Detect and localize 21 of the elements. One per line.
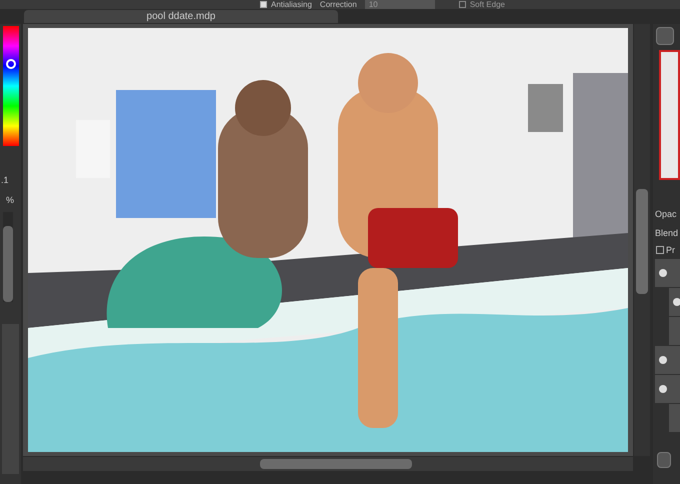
hue-slider[interactable] [3,26,19,146]
opacity-unit: % [6,194,14,207]
checkbox[interactable] [656,246,664,254]
layer-row[interactable] [655,346,680,374]
hue-handle[interactable] [6,59,16,69]
blending-label: Blend [655,227,678,240]
checkbox[interactable] [458,1,466,8]
soft-edge-label: Soft Edge [470,0,505,9]
checkbox[interactable] [260,1,267,8]
protect-label: Pr [666,244,675,257]
layer-row[interactable] [655,259,680,287]
opacity-label: Opac [655,208,677,221]
horizontal-scrollbar-thumb[interactable] [260,459,412,469]
correction-label: Correction [320,0,357,9]
layer-row[interactable] [655,375,680,403]
new-layer-button[interactable] [657,452,671,468]
brush-size-value: .1 [1,174,9,187]
zoom-button[interactable] [656,27,674,45]
vertical-scrollbar-thumb[interactable] [636,189,648,294]
antialiasing-label: Antialiasing [271,0,312,9]
layer-row[interactable] [669,288,680,316]
